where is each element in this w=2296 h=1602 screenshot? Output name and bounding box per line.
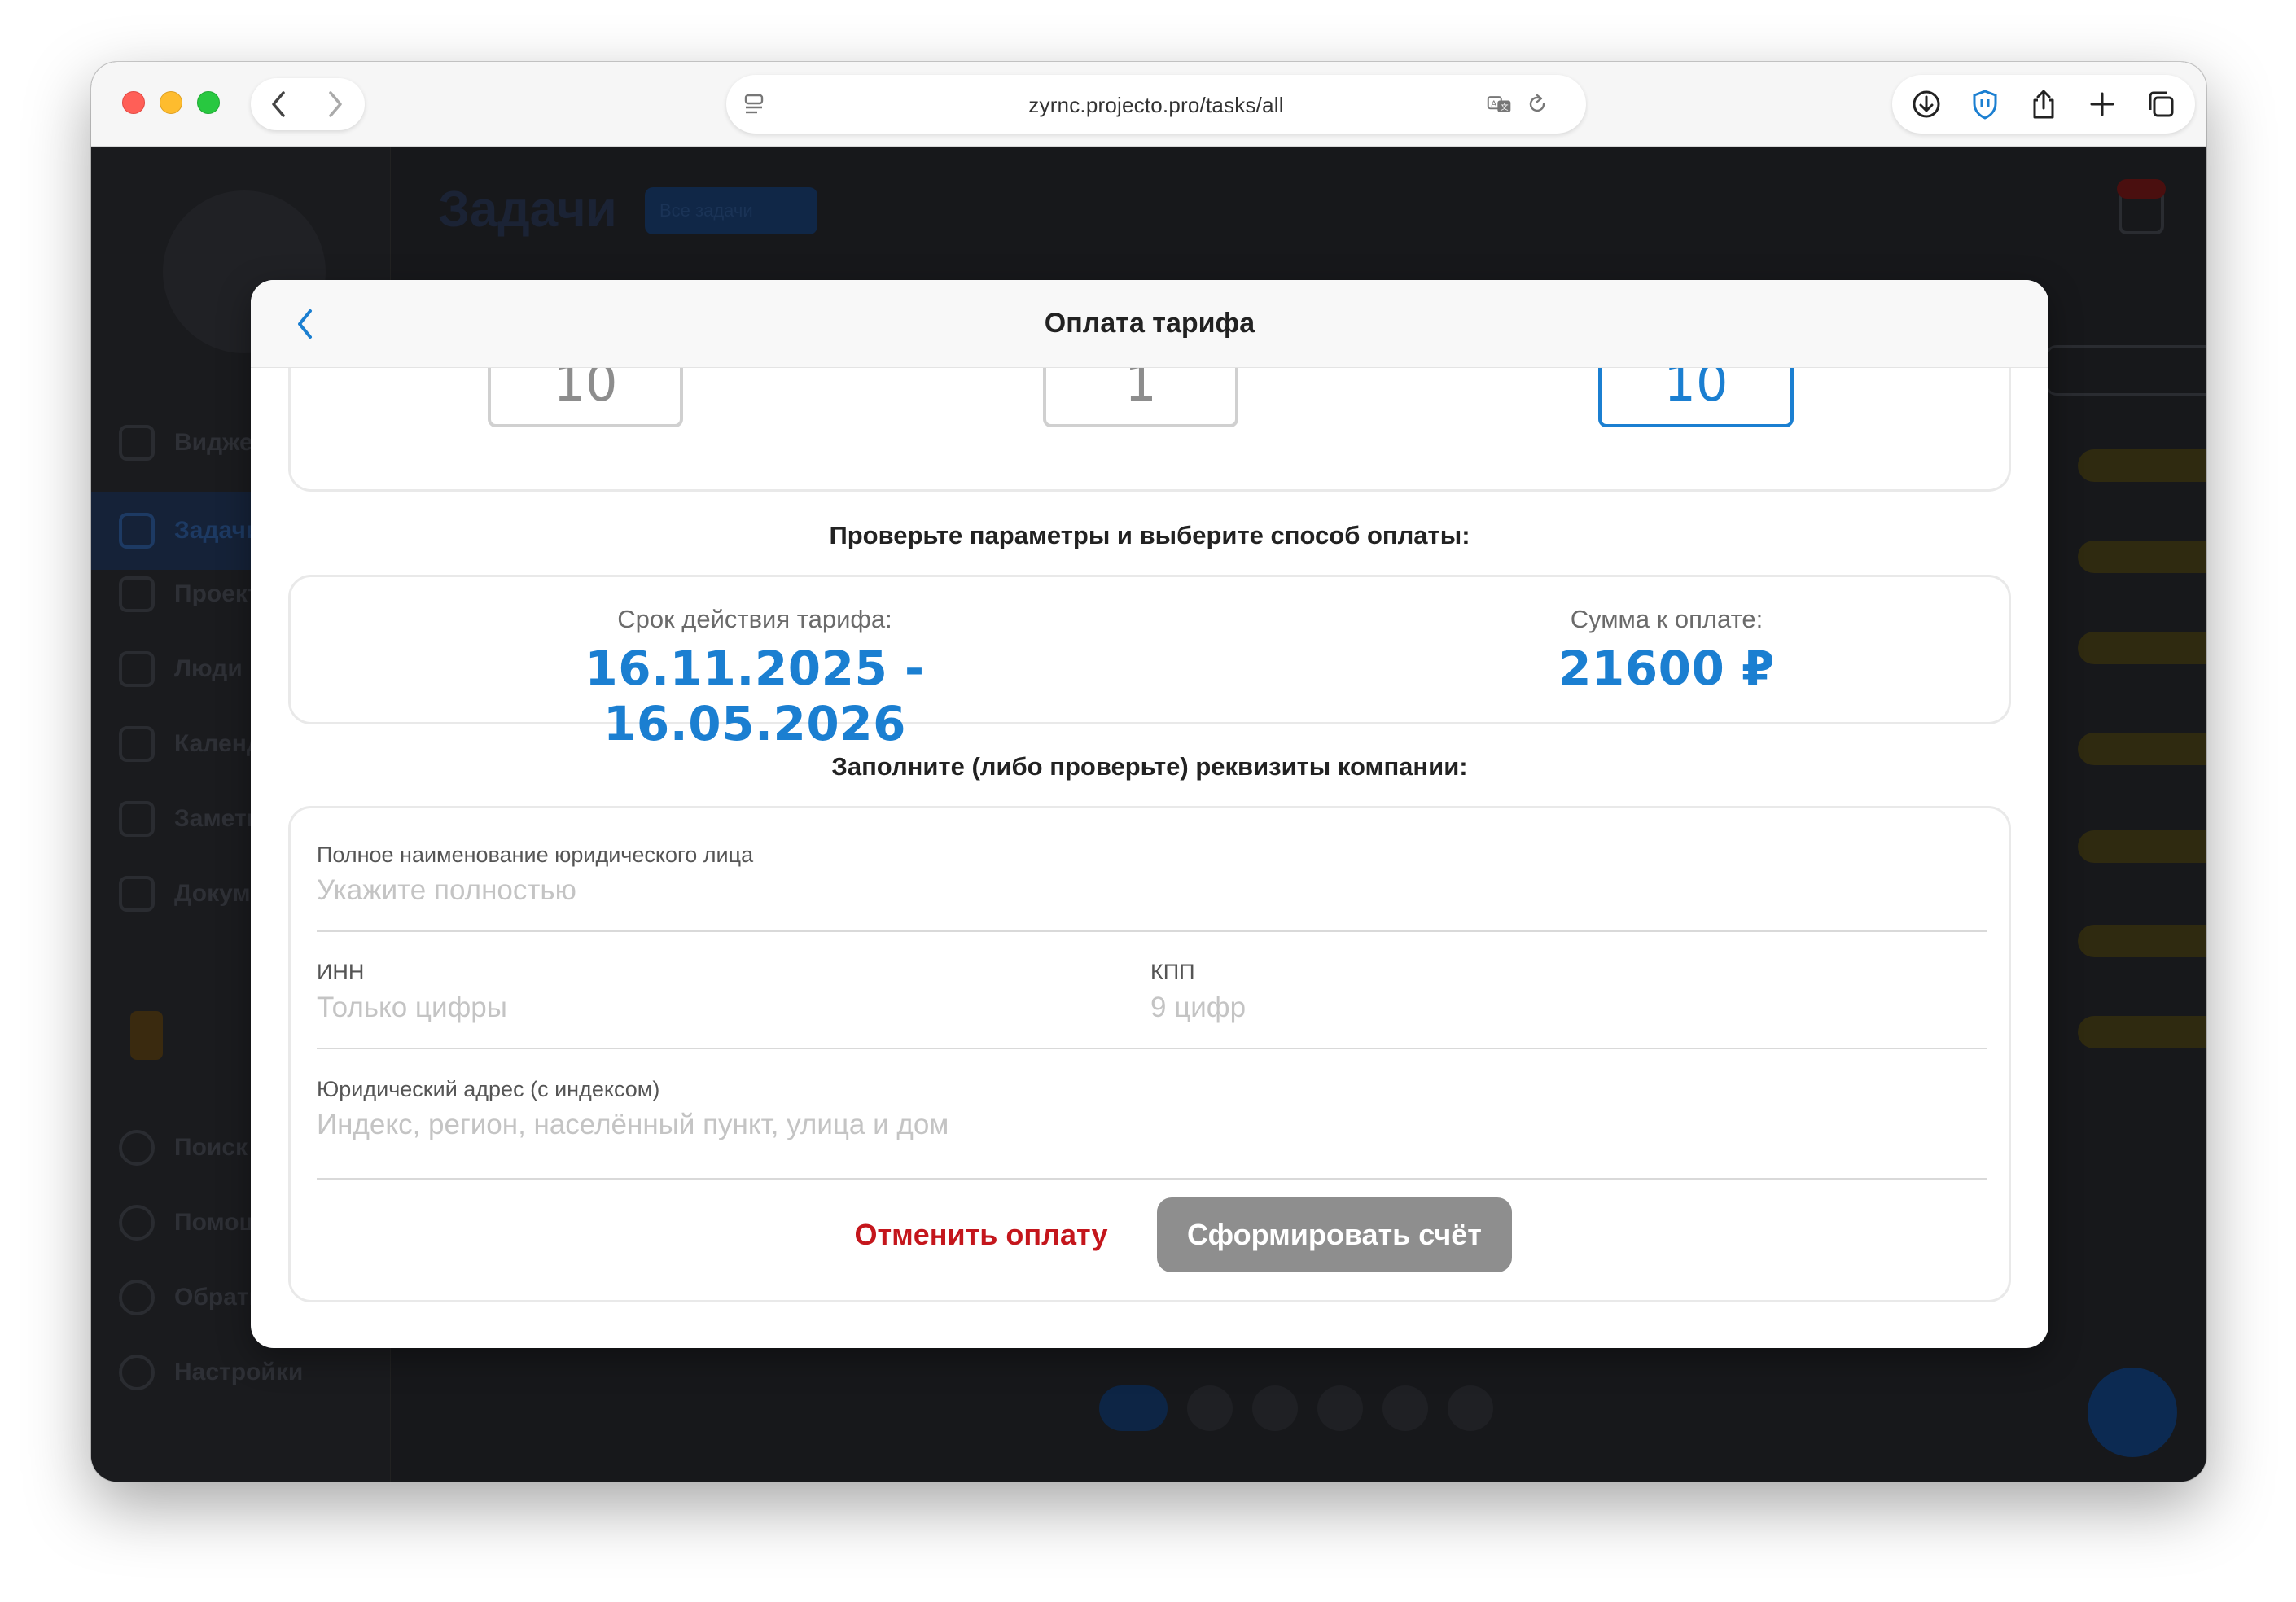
status-pill bbox=[2078, 632, 2206, 664]
chat-icon bbox=[119, 1280, 155, 1315]
kpp-input[interactable] bbox=[1150, 991, 1883, 1024]
chevron-left-icon bbox=[272, 91, 285, 117]
shield-icon[interactable] bbox=[1967, 86, 2003, 122]
toolbar-actions bbox=[1892, 75, 2195, 134]
address-bar[interactable]: zyrnc.projecto.pro/tasks/all A文 bbox=[726, 75, 1586, 134]
cancel-payment-button[interactable]: Отменить оплату bbox=[826, 1197, 1136, 1272]
translate-icon[interactable]: A文 bbox=[1487, 91, 1513, 117]
forward-button[interactable] bbox=[316, 85, 355, 124]
svg-text:文: 文 bbox=[1501, 102, 1509, 112]
check-params-label: Проверьте параметры и выберите способ оп… bbox=[829, 521, 1470, 549]
address-field: Юридический адрес (с индексом) bbox=[317, 1077, 1619, 1141]
inn-field: ИНН bbox=[317, 960, 1049, 1024]
status-pill bbox=[2078, 830, 2206, 863]
svg-text:A: A bbox=[1491, 100, 1496, 109]
calendar-icon bbox=[119, 726, 155, 762]
chevron-right-icon bbox=[329, 91, 342, 117]
requisites-form: Полное наименование юридического лица ИН… bbox=[288, 806, 2011, 1302]
summary-card: Срок действия тарифа: 16.11.2025 - 16.05… bbox=[288, 575, 2011, 751]
filter-box bbox=[2045, 345, 2206, 396]
close-window-button[interactable] bbox=[122, 91, 145, 114]
generate-invoice-button[interactable]: Сформировать счёт bbox=[1157, 1197, 1512, 1272]
kpp-field: КПП bbox=[1150, 960, 1883, 1024]
divider bbox=[317, 1178, 1987, 1180]
page-title: Задачи bbox=[438, 182, 617, 238]
help-icon bbox=[119, 1205, 155, 1241]
notes-icon bbox=[119, 801, 155, 837]
company-name-label: Полное наименование юридического лица bbox=[317, 843, 754, 867]
counter-field[interactable]: 1 bbox=[1043, 368, 1238, 427]
widgets-icon bbox=[119, 425, 155, 461]
tasks-filter-dropdown: Все задачи bbox=[645, 187, 817, 234]
sidebar-item-label: Настройки bbox=[174, 1359, 304, 1385]
tab-overview-icon[interactable] bbox=[2143, 86, 2179, 122]
tasks-icon bbox=[119, 513, 155, 549]
modal-header: Оплата тарифа bbox=[251, 280, 2048, 368]
share-icon[interactable] bbox=[2026, 86, 2062, 122]
address-input[interactable] bbox=[317, 1109, 1619, 1141]
search-icon bbox=[119, 1130, 155, 1166]
documents-icon bbox=[119, 876, 155, 912]
gear-icon bbox=[119, 1355, 155, 1390]
status-pill bbox=[2078, 449, 2206, 482]
sidebar-item-label: Задачи bbox=[174, 517, 261, 544]
browser-toolbar: zyrnc.projecto.pro/tasks/all A文 bbox=[91, 62, 2206, 147]
inn-input[interactable] bbox=[317, 991, 1049, 1024]
tab-list bbox=[1099, 1385, 1168, 1431]
promo-icon bbox=[130, 1011, 163, 1060]
tab-projects bbox=[1187, 1385, 1233, 1431]
sidebar-item-settings: Настройки bbox=[119, 1348, 391, 1397]
url-text[interactable]: zyrnc.projecto.pro/tasks/all bbox=[726, 93, 1586, 118]
tab-docs bbox=[1382, 1385, 1428, 1431]
reload-icon[interactable] bbox=[1524, 91, 1550, 117]
people-icon bbox=[119, 651, 155, 687]
minimize-window-button[interactable] bbox=[160, 91, 182, 114]
counters-card: 10 1 10 bbox=[288, 368, 2011, 492]
sidebar-item-label: Поиск bbox=[174, 1134, 248, 1161]
tab-people bbox=[1252, 1385, 1298, 1431]
navigation-group bbox=[251, 78, 365, 130]
status-pill bbox=[2078, 1016, 2206, 1048]
company-name-field: Полное наименование юридического лица bbox=[317, 843, 1049, 907]
amount-caption: Сумма к оплате: bbox=[1570, 605, 1764, 633]
period-block: Срок действия тарифа: 16.11.2025 - 16.05… bbox=[454, 605, 1056, 751]
briefcase-icon bbox=[119, 576, 155, 612]
sidebar-item-label: Люди bbox=[174, 655, 243, 682]
status-pill bbox=[2078, 925, 2206, 957]
modal-body[interactable]: 10 1 10 Проверьте параметры и выберите с… bbox=[251, 368, 2048, 1348]
inn-label: ИНН bbox=[317, 960, 365, 984]
company-name-input[interactable] bbox=[317, 874, 1049, 907]
period-caption: Срок действия тарифа: bbox=[617, 605, 892, 633]
divider bbox=[317, 1048, 1987, 1049]
period-value: 16.11.2025 - 16.05.2026 bbox=[585, 641, 925, 751]
back-button[interactable] bbox=[259, 85, 298, 124]
requisites-label: Заполните (либо проверьте) реквизиты ком… bbox=[831, 752, 1468, 781]
amount-block: Сумма к оплате: 21600 ₽ bbox=[1463, 605, 1870, 696]
notification-badge bbox=[2117, 179, 2166, 199]
modal-title: Оплата тарифа bbox=[1044, 308, 1255, 339]
address-label: Юридический адрес (с индексом) bbox=[317, 1077, 660, 1101]
counter-field-active[interactable]: 10 bbox=[1598, 368, 1794, 427]
divider bbox=[317, 930, 1987, 932]
tab-location bbox=[1448, 1385, 1493, 1431]
add-fab-button bbox=[2088, 1368, 2177, 1457]
payment-modal: Оплата тарифа 10 1 10 Проверьте параметр… bbox=[251, 280, 2048, 1348]
status-pill bbox=[2078, 541, 2206, 573]
new-tab-icon[interactable] bbox=[2084, 86, 2120, 122]
status-pill bbox=[2078, 733, 2206, 765]
tab-tags bbox=[1317, 1385, 1363, 1431]
zoom-window-button[interactable] bbox=[197, 91, 220, 114]
bottom-tab-bar bbox=[1099, 1384, 1555, 1433]
kpp-label: КПП bbox=[1150, 960, 1195, 984]
downloads-icon[interactable] bbox=[1908, 86, 1944, 122]
amount-value: 21600 ₽ bbox=[1558, 641, 1775, 696]
counter-field[interactable]: 10 bbox=[488, 368, 683, 427]
